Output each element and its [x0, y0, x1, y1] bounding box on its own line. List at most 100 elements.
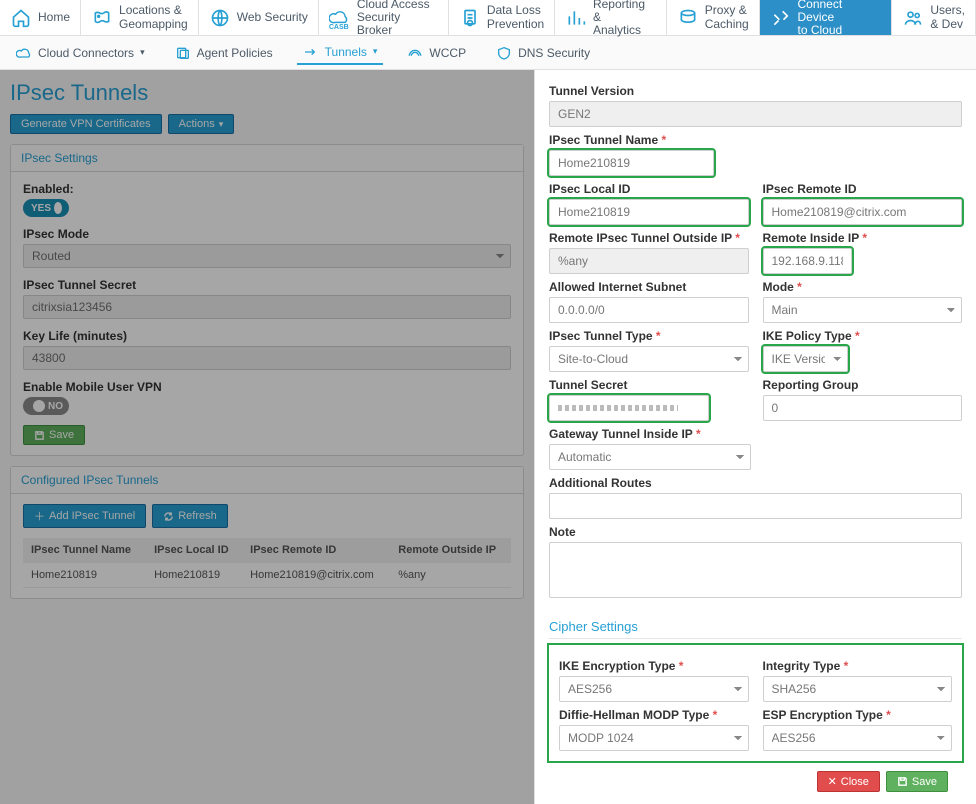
- subnav-label: Agent Policies: [197, 46, 273, 60]
- save-icon: [34, 430, 45, 441]
- remote-id-input[interactable]: [763, 199, 963, 225]
- save-button[interactable]: Save: [886, 771, 948, 792]
- reporting-group-input[interactable]: [763, 395, 963, 421]
- additional-routes-input[interactable]: [549, 493, 962, 519]
- shield-doc-icon: [459, 7, 481, 29]
- tunnel-detail-panel: Tunnel Version GEN2 IPsec Tunnel Name IP…: [534, 70, 976, 804]
- mode-label: Mode: [763, 280, 963, 294]
- nav-connect-device[interactable]: Connect Device to Cloud: [760, 0, 893, 35]
- integrity-label: Integrity Type: [763, 659, 953, 673]
- close-icon: ✕: [828, 775, 837, 788]
- keylife-label: Key Life (minutes): [23, 329, 511, 343]
- mobile-vpn-label: Enable Mobile User VPN: [23, 380, 511, 394]
- remote-id-label: IPsec Remote ID: [763, 182, 963, 196]
- outside-ip-input[interactable]: [549, 248, 749, 274]
- col-header: IPsec Remote ID: [242, 538, 390, 563]
- tunnel-secret-input[interactable]: [549, 395, 709, 421]
- nav-casb[interactable]: CASB Cloud Access Security Broker: [319, 0, 449, 35]
- nav-dlp[interactable]: Data Loss Prevention: [449, 0, 555, 35]
- ipsec-secret-input[interactable]: [23, 295, 511, 319]
- top-nav: Home Locations & Geomapping Web Security…: [0, 0, 976, 36]
- keylife-input[interactable]: [23, 346, 511, 370]
- inside-ip-input[interactable]: [763, 248, 853, 274]
- plus-icon: ＋: [34, 508, 45, 524]
- caret-down-icon: ▾: [140, 47, 145, 58]
- users-icon: [902, 7, 924, 29]
- tunnel-name-label: IPsec Tunnel Name: [549, 133, 962, 147]
- ike-enc-select[interactable]: AES256: [559, 676, 749, 702]
- toggle-knob: [54, 202, 62, 214]
- dns-shield-icon: [496, 46, 512, 60]
- subnav-wccp[interactable]: WCCP: [401, 42, 472, 64]
- subnav-label: Cloud Connectors: [38, 46, 134, 60]
- subnav-dns-security[interactable]: DNS Security: [490, 42, 596, 64]
- ike-enc-label: IKE Encryption Type: [559, 659, 749, 673]
- ipsec-mode-label: IPsec Mode: [23, 227, 511, 241]
- proxy-icon: [677, 7, 699, 29]
- cipher-settings-title: Cipher Settings: [549, 619, 962, 639]
- refresh-button[interactable]: Refresh: [152, 504, 228, 528]
- panel-title: Configured IPsec Tunnels: [11, 467, 523, 494]
- nav-web-security[interactable]: Web Security: [199, 0, 319, 35]
- nav-home[interactable]: Home: [0, 0, 81, 35]
- nav-reporting[interactable]: Reporting & Analytics: [555, 0, 666, 35]
- save-icon: [897, 776, 908, 787]
- ike-policy-select[interactable]: IKE Version 2: [763, 346, 849, 372]
- tunnel-version-select[interactable]: GEN2: [549, 101, 962, 127]
- local-id-label: IPsec Local ID: [549, 182, 749, 196]
- tunnel-secret-label: Tunnel Secret: [549, 378, 749, 392]
- reporting-group-label: Reporting Group: [763, 378, 963, 392]
- generate-vpn-certificates-button[interactable]: Generate VPN Certificates: [10, 114, 162, 134]
- integrity-select[interactable]: SHA256: [763, 676, 953, 702]
- col-header: Remote Outside IP: [390, 538, 511, 563]
- enabled-label: Enabled:: [23, 182, 511, 196]
- ipsec-mode-select[interactable]: Routed: [23, 244, 511, 268]
- local-id-input[interactable]: [549, 199, 749, 225]
- tunnel-name-input[interactable]: [549, 150, 714, 176]
- tunnel-version-label: Tunnel Version: [549, 84, 962, 98]
- agent-icon: [175, 46, 191, 60]
- subnav-cloud-connectors[interactable]: Cloud Connectors ▾: [10, 42, 151, 64]
- nav-label: Users, & Dev: [930, 4, 965, 30]
- save-settings-button[interactable]: Save: [23, 425, 85, 445]
- gateway-inside-select[interactable]: Automatic: [549, 444, 751, 470]
- tunnels-table: IPsec Tunnel Name IPsec Local ID IPsec R…: [23, 538, 511, 588]
- ike-policy-label: IKE Policy Type: [763, 329, 963, 343]
- note-textarea[interactable]: [549, 542, 962, 598]
- caret-down-icon: ▾: [219, 119, 224, 130]
- panel-title: IPsec Settings: [11, 145, 523, 172]
- connect-icon: [770, 7, 792, 29]
- wccp-icon: [407, 46, 423, 60]
- nav-locations[interactable]: Locations & Geomapping: [81, 0, 199, 35]
- add-ipsec-tunnel-button[interactable]: ＋ Add IPsec Tunnel: [23, 504, 146, 528]
- enabled-toggle[interactable]: YES: [23, 199, 69, 217]
- mode-select[interactable]: Main: [763, 297, 963, 323]
- tunnel-type-label: IPsec Tunnel Type: [549, 329, 749, 343]
- subnav-tunnels[interactable]: Tunnels ▾: [297, 41, 384, 65]
- esp-enc-label: ESP Encryption Type: [763, 708, 953, 722]
- nav-label: Proxy & Caching: [705, 4, 749, 30]
- chart-icon: [565, 7, 587, 29]
- close-button[interactable]: ✕ Close: [817, 771, 880, 792]
- sub-nav: Cloud Connectors ▾ Agent Policies Tunnel…: [0, 36, 976, 70]
- ipsec-settings-panel: IPsec Settings Enabled: YES IPsec Mode R…: [10, 144, 524, 456]
- table-row[interactable]: Home210819 Home210819 Home210819@citrix.…: [23, 563, 511, 588]
- nav-label: Cloud Access Security Broker: [357, 0, 438, 37]
- gateway-inside-label: Gateway Tunnel Inside IP: [549, 427, 962, 441]
- tunnel-type-select[interactable]: Site-to-Cloud: [549, 346, 749, 372]
- subnav-agent-policies[interactable]: Agent Policies: [169, 42, 279, 64]
- mobile-vpn-toggle[interactable]: NO: [23, 397, 69, 415]
- cloud-lock-icon: CASB: [329, 7, 351, 29]
- tunnel-icon: [303, 45, 319, 59]
- nav-label: Connect Device to Cloud: [797, 0, 881, 37]
- map-pin-icon: [91, 7, 113, 29]
- dh-label: Diffie-Hellman MODP Type: [559, 708, 749, 722]
- allowed-subnet-input[interactable]: [549, 297, 749, 323]
- actions-dropdown-button[interactable]: Actions ▾: [168, 114, 235, 134]
- nav-proxy[interactable]: Proxy & Caching: [667, 0, 760, 35]
- additional-routes-label: Additional Routes: [549, 476, 962, 490]
- nav-users[interactable]: Users, & Dev: [892, 0, 976, 35]
- dh-select[interactable]: MODP 1024: [559, 725, 749, 751]
- esp-enc-select[interactable]: AES256: [763, 725, 953, 751]
- cloud-icon: [16, 46, 32, 60]
